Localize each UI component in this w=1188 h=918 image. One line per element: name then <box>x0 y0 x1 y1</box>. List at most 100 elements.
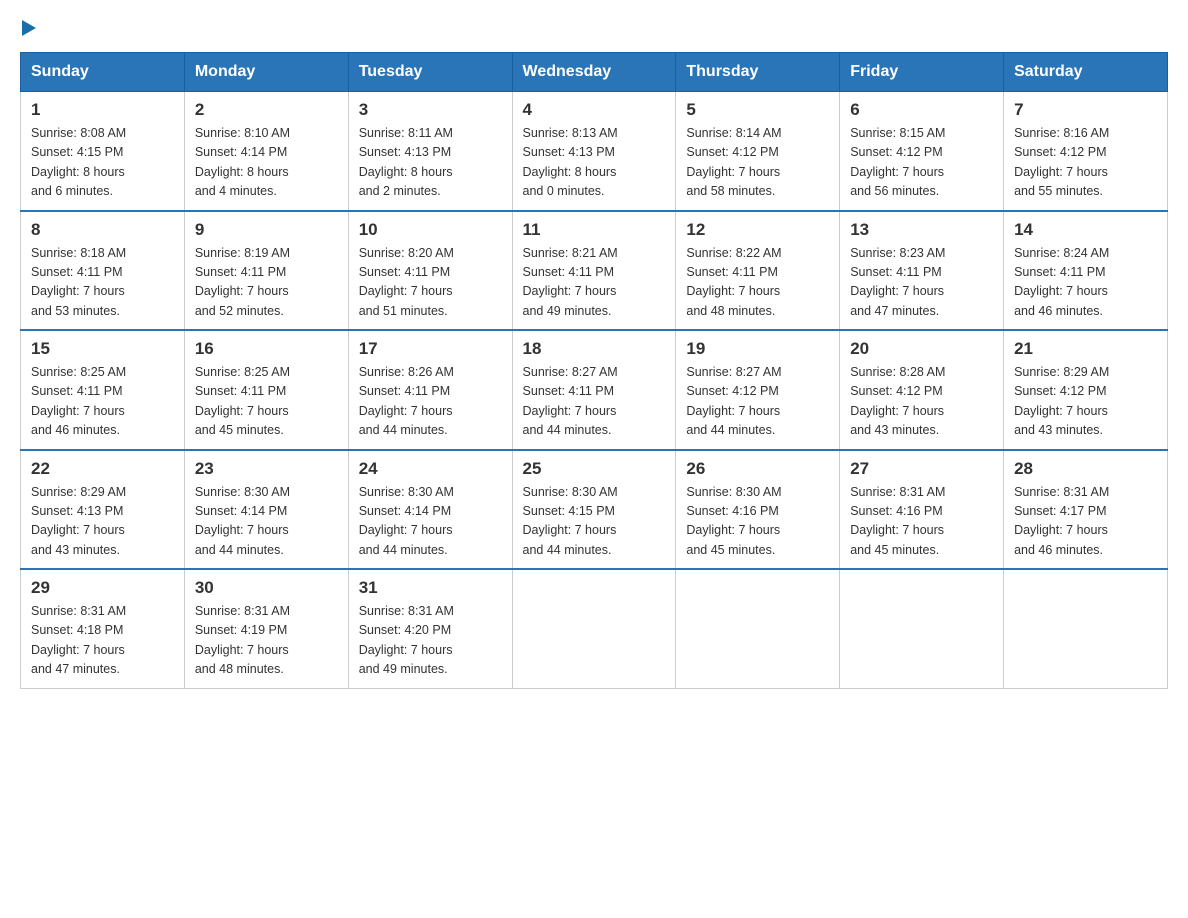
calendar-cell <box>512 569 676 688</box>
day-info: Sunrise: 8:16 AMSunset: 4:12 PMDaylight:… <box>1014 124 1157 202</box>
calendar-cell: 27 Sunrise: 8:31 AMSunset: 4:16 PMDayligh… <box>840 450 1004 570</box>
calendar-header: SundayMondayTuesdayWednesdayThursdayFrid… <box>21 53 1168 92</box>
weekday-header-saturday: Saturday <box>1004 53 1168 92</box>
day-number: 27 <box>850 459 993 479</box>
day-number: 9 <box>195 220 338 240</box>
calendar-cell: 16 Sunrise: 8:25 AMSunset: 4:11 PMDayligh… <box>184 330 348 450</box>
day-number: 1 <box>31 100 174 120</box>
week-row-2: 8 Sunrise: 8:18 AMSunset: 4:11 PMDaylight… <box>21 211 1168 331</box>
day-number: 19 <box>686 339 829 359</box>
weekday-header-friday: Friday <box>840 53 1004 92</box>
calendar-cell: 31 Sunrise: 8:31 AMSunset: 4:20 PMDayligh… <box>348 569 512 688</box>
weekday-header-monday: Monday <box>184 53 348 92</box>
day-number: 21 <box>1014 339 1157 359</box>
day-info: Sunrise: 8:26 AMSunset: 4:11 PMDaylight:… <box>359 363 502 441</box>
day-number: 11 <box>523 220 666 240</box>
week-row-1: 1 Sunrise: 8:08 AMSunset: 4:15 PMDaylight… <box>21 92 1168 211</box>
day-info: Sunrise: 8:10 AMSunset: 4:14 PMDaylight:… <box>195 124 338 202</box>
calendar-cell: 24 Sunrise: 8:30 AMSunset: 4:14 PMDayligh… <box>348 450 512 570</box>
calendar-cell <box>1004 569 1168 688</box>
day-info: Sunrise: 8:30 AMSunset: 4:15 PMDaylight:… <box>523 483 666 561</box>
calendar-cell: 23 Sunrise: 8:30 AMSunset: 4:14 PMDayligh… <box>184 450 348 570</box>
day-number: 29 <box>31 578 174 598</box>
day-info: Sunrise: 8:30 AMSunset: 4:16 PMDaylight:… <box>686 483 829 561</box>
day-info: Sunrise: 8:31 AMSunset: 4:19 PMDaylight:… <box>195 602 338 680</box>
day-info: Sunrise: 8:11 AMSunset: 4:13 PMDaylight:… <box>359 124 502 202</box>
week-row-3: 15 Sunrise: 8:25 AMSunset: 4:11 PMDayligh… <box>21 330 1168 450</box>
day-number: 15 <box>31 339 174 359</box>
calendar-body: 1 Sunrise: 8:08 AMSunset: 4:15 PMDaylight… <box>21 92 1168 689</box>
day-info: Sunrise: 8:29 AMSunset: 4:13 PMDaylight:… <box>31 483 174 561</box>
calendar-cell: 28Sunrise: 8:31 AMSunset: 4:17 PMDayligh… <box>1004 450 1168 570</box>
day-info: Sunrise: 8:29 AMSunset: 4:12 PMDaylight:… <box>1014 363 1157 441</box>
day-info: Sunrise: 8:25 AMSunset: 4:11 PMDaylight:… <box>195 363 338 441</box>
day-number: 23 <box>195 459 338 479</box>
logo-text <box>20 20 38 36</box>
calendar-cell: 2 Sunrise: 8:10 AMSunset: 4:14 PMDaylight… <box>184 92 348 211</box>
calendar-cell: 22Sunrise: 8:29 AMSunset: 4:13 PMDayligh… <box>21 450 185 570</box>
calendar-cell: 19 Sunrise: 8:27 AMSunset: 4:12 PMDayligh… <box>676 330 840 450</box>
calendar-cell: 25 Sunrise: 8:30 AMSunset: 4:15 PMDayligh… <box>512 450 676 570</box>
calendar-cell: 14Sunrise: 8:24 AMSunset: 4:11 PMDayligh… <box>1004 211 1168 331</box>
day-number: 24 <box>359 459 502 479</box>
weekday-header-sunday: Sunday <box>21 53 185 92</box>
calendar-cell: 12Sunrise: 8:22 AMSunset: 4:11 PMDayligh… <box>676 211 840 331</box>
day-info: Sunrise: 8:20 AMSunset: 4:11 PMDaylight:… <box>359 244 502 322</box>
weekday-header-row: SundayMondayTuesdayWednesdayThursdayFrid… <box>21 53 1168 92</box>
day-number: 17 <box>359 339 502 359</box>
day-number: 2 <box>195 100 338 120</box>
day-info: Sunrise: 8:23 AMSunset: 4:11 PMDaylight:… <box>850 244 993 322</box>
day-number: 7 <box>1014 100 1157 120</box>
day-info: Sunrise: 8:18 AMSunset: 4:11 PMDaylight:… <box>31 244 174 322</box>
calendar-cell: 18 Sunrise: 8:27 AMSunset: 4:11 PMDayligh… <box>512 330 676 450</box>
day-number: 25 <box>523 459 666 479</box>
calendar-cell <box>676 569 840 688</box>
week-row-4: 22Sunrise: 8:29 AMSunset: 4:13 PMDayligh… <box>21 450 1168 570</box>
calendar-cell: 15 Sunrise: 8:25 AMSunset: 4:11 PMDayligh… <box>21 330 185 450</box>
day-number: 16 <box>195 339 338 359</box>
calendar-cell: 3 Sunrise: 8:11 AMSunset: 4:13 PMDaylight… <box>348 92 512 211</box>
day-number: 8 <box>31 220 174 240</box>
day-info: Sunrise: 8:31 AMSunset: 4:20 PMDaylight:… <box>359 602 502 680</box>
day-info: Sunrise: 8:24 AMSunset: 4:11 PMDaylight:… <box>1014 244 1157 322</box>
day-info: Sunrise: 8:13 AMSunset: 4:13 PMDaylight:… <box>523 124 666 202</box>
calendar-cell: 13 Sunrise: 8:23 AMSunset: 4:11 PMDayligh… <box>840 211 1004 331</box>
calendar-cell <box>840 569 1004 688</box>
day-number: 18 <box>523 339 666 359</box>
logo-triangle-icon <box>22 20 36 36</box>
day-info: Sunrise: 8:08 AMSunset: 4:15 PMDaylight:… <box>31 124 174 202</box>
day-info: Sunrise: 8:31 AMSunset: 4:18 PMDaylight:… <box>31 602 174 680</box>
calendar-cell: 30 Sunrise: 8:31 AMSunset: 4:19 PMDayligh… <box>184 569 348 688</box>
calendar-cell: 29 Sunrise: 8:31 AMSunset: 4:18 PMDayligh… <box>21 569 185 688</box>
day-number: 13 <box>850 220 993 240</box>
calendar-cell: 26 Sunrise: 8:30 AMSunset: 4:16 PMDayligh… <box>676 450 840 570</box>
calendar-cell: 9Sunrise: 8:19 AMSunset: 4:11 PMDaylight… <box>184 211 348 331</box>
day-number: 5 <box>686 100 829 120</box>
day-info: Sunrise: 8:15 AMSunset: 4:12 PMDaylight:… <box>850 124 993 202</box>
weekday-header-thursday: Thursday <box>676 53 840 92</box>
day-number: 30 <box>195 578 338 598</box>
day-info: Sunrise: 8:27 AMSunset: 4:12 PMDaylight:… <box>686 363 829 441</box>
day-info: Sunrise: 8:30 AMSunset: 4:14 PMDaylight:… <box>359 483 502 561</box>
day-info: Sunrise: 8:22 AMSunset: 4:11 PMDaylight:… <box>686 244 829 322</box>
day-info: Sunrise: 8:30 AMSunset: 4:14 PMDaylight:… <box>195 483 338 561</box>
calendar-cell: 11 Sunrise: 8:21 AMSunset: 4:11 PMDayligh… <box>512 211 676 331</box>
calendar-cell: 21 Sunrise: 8:29 AMSunset: 4:12 PMDayligh… <box>1004 330 1168 450</box>
calendar-cell: 4Sunrise: 8:13 AMSunset: 4:13 PMDaylight… <box>512 92 676 211</box>
calendar-cell: 6 Sunrise: 8:15 AMSunset: 4:12 PMDaylight… <box>840 92 1004 211</box>
day-info: Sunrise: 8:31 AMSunset: 4:16 PMDaylight:… <box>850 483 993 561</box>
day-number: 3 <box>359 100 502 120</box>
calendar-cell: 20Sunrise: 8:28 AMSunset: 4:12 PMDayligh… <box>840 330 1004 450</box>
calendar-table: SundayMondayTuesdayWednesdayThursdayFrid… <box>20 52 1168 689</box>
day-number: 20 <box>850 339 993 359</box>
day-info: Sunrise: 8:21 AMSunset: 4:11 PMDaylight:… <box>523 244 666 322</box>
day-number: 6 <box>850 100 993 120</box>
day-number: 26 <box>686 459 829 479</box>
day-info: Sunrise: 8:27 AMSunset: 4:11 PMDaylight:… <box>523 363 666 441</box>
calendar-cell: 8 Sunrise: 8:18 AMSunset: 4:11 PMDaylight… <box>21 211 185 331</box>
weekday-header-wednesday: Wednesday <box>512 53 676 92</box>
day-number: 31 <box>359 578 502 598</box>
day-info: Sunrise: 8:25 AMSunset: 4:11 PMDaylight:… <box>31 363 174 441</box>
logo <box>20 20 38 32</box>
day-number: 28 <box>1014 459 1157 479</box>
